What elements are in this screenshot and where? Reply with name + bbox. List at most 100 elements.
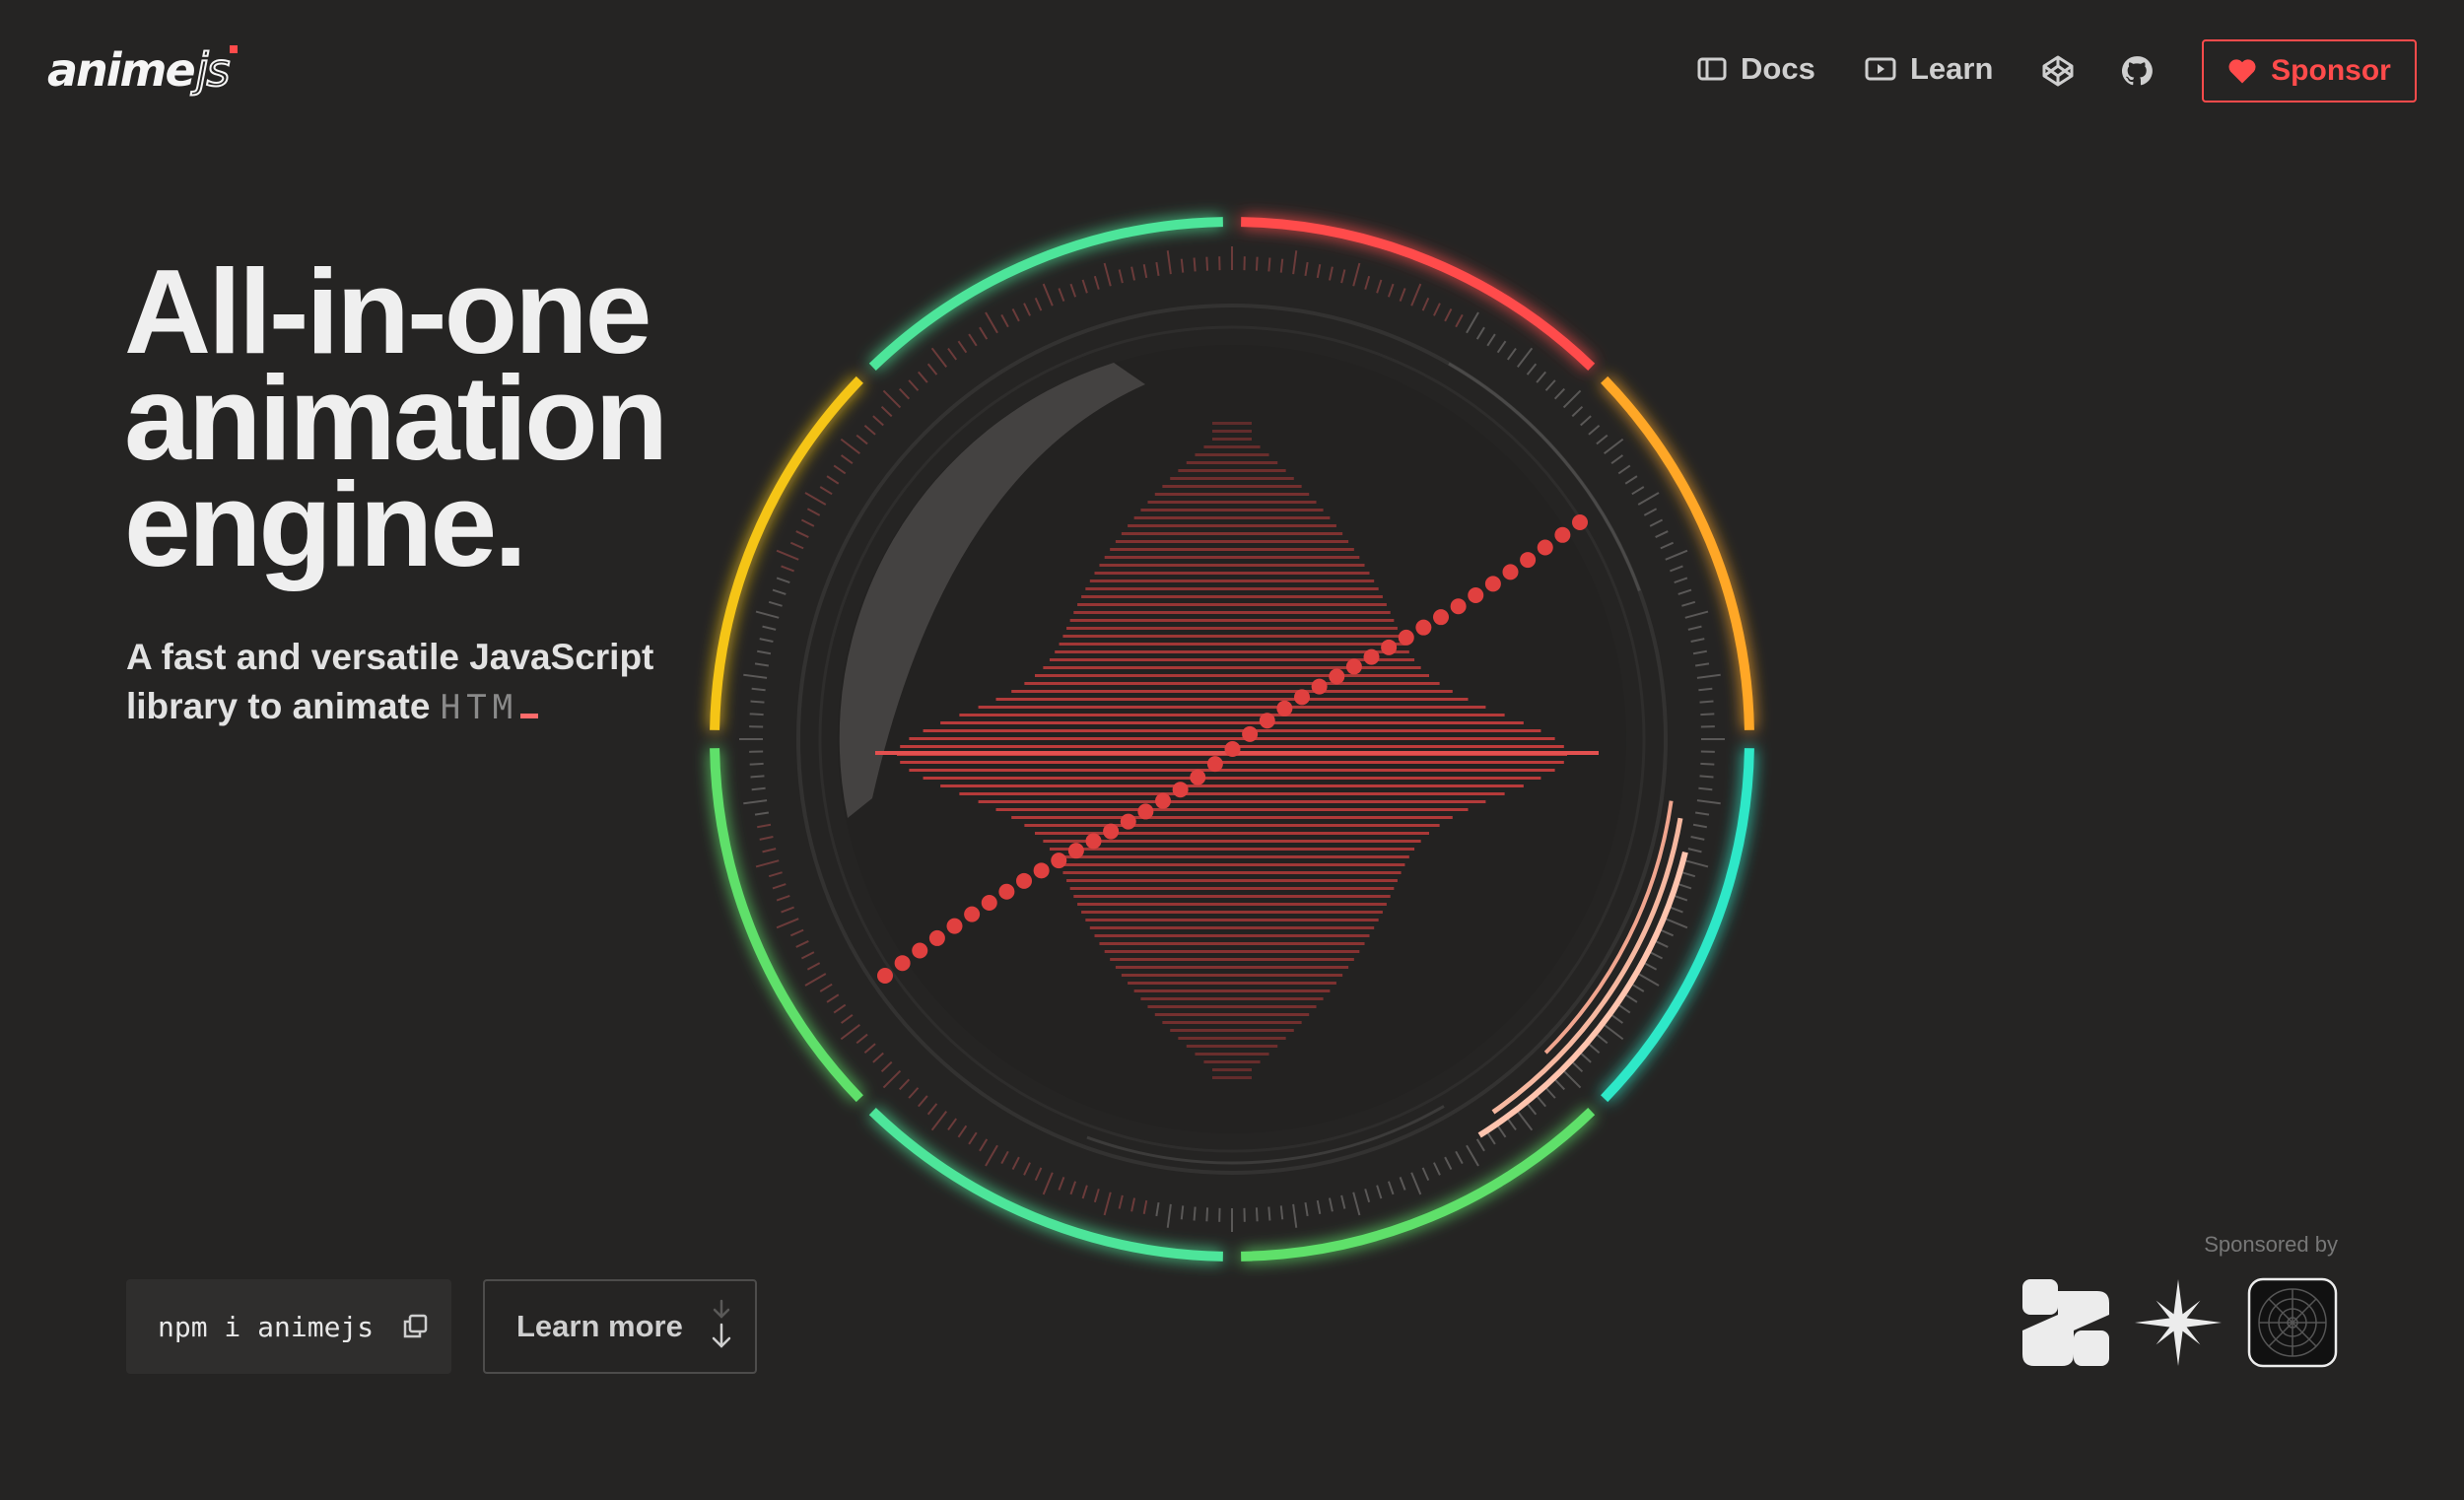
easing-dot xyxy=(1224,741,1241,757)
tick-mark xyxy=(1000,1150,1009,1165)
nav-learn-label: Learn xyxy=(1910,51,1994,86)
tick-mark xyxy=(840,1013,854,1024)
tick-mark xyxy=(800,951,815,960)
tick-mark xyxy=(1433,1162,1441,1176)
tick-mark xyxy=(789,928,804,937)
tick-mark xyxy=(1410,1172,1422,1195)
tick-mark xyxy=(898,387,911,400)
tick-mark xyxy=(1023,303,1031,316)
tick-mark xyxy=(968,1131,978,1145)
waveform-bar xyxy=(1085,919,1379,921)
waveform-bar xyxy=(1104,556,1360,559)
tick-mark xyxy=(1699,775,1714,779)
animejs-logo[interactable]: anime js xyxy=(47,43,239,94)
waveform-bar xyxy=(1077,603,1387,606)
sponsor-logo-2[interactable] xyxy=(2133,1277,2224,1368)
tick-mark xyxy=(1421,1167,1430,1182)
tick-mark xyxy=(1205,1207,1209,1222)
install-command-box[interactable]: npm i animejs xyxy=(126,1279,451,1374)
tick-mark xyxy=(957,340,968,354)
learn-more-button[interactable]: Learn more xyxy=(483,1279,757,1374)
tick-mark xyxy=(1553,1078,1566,1091)
easing-dot xyxy=(894,955,911,972)
tick-mark xyxy=(1433,303,1441,316)
waveform-bar xyxy=(1059,643,1405,646)
tick-mark xyxy=(1328,1197,1334,1212)
tick-mark xyxy=(1267,257,1271,272)
tick-mark xyxy=(768,871,783,878)
tick-mark xyxy=(918,371,928,383)
waveform-bar xyxy=(1099,942,1365,945)
tick-mark xyxy=(1410,283,1422,307)
sponsor-button[interactable]: Sponsor xyxy=(2202,39,2417,102)
tick-mark xyxy=(755,859,780,868)
tick-mark xyxy=(1506,1118,1517,1131)
tick-mark xyxy=(1130,266,1136,281)
easing-dot xyxy=(1345,658,1362,675)
tick-mark xyxy=(1166,250,1172,275)
tick-mark xyxy=(1069,1181,1077,1195)
nav-learn-link[interactable]: Learn xyxy=(1865,47,1993,91)
arrow-down-icon xyxy=(712,1299,731,1348)
hero-title-line-3: engine. xyxy=(124,457,527,591)
tick-mark xyxy=(759,638,774,644)
tick-mark xyxy=(762,625,777,631)
tick-mark xyxy=(757,649,772,655)
typing-text: HTM xyxy=(440,688,519,727)
sponsor-logos xyxy=(2020,1277,2338,1372)
tick-mark xyxy=(1475,1138,1485,1152)
tick-mark xyxy=(840,454,854,465)
tick-mark xyxy=(1455,1150,1464,1165)
tick-mark xyxy=(1103,262,1112,287)
animation-visual xyxy=(710,217,1754,1261)
codepen-icon[interactable] xyxy=(2038,51,2078,91)
tick-mark xyxy=(1364,1189,1371,1203)
sponsor-logo-1[interactable] xyxy=(2020,1277,2111,1368)
nav-docs-link[interactable]: Docs xyxy=(1697,47,1815,91)
tick-mark xyxy=(804,492,827,506)
tick-mark xyxy=(863,1043,876,1054)
waveform-bar xyxy=(1077,903,1387,906)
easing-dot xyxy=(1276,700,1293,716)
copy-icon[interactable] xyxy=(401,1313,429,1340)
tick-mark xyxy=(1699,700,1714,704)
tick-mark xyxy=(1304,1201,1309,1217)
waveform-bar xyxy=(940,784,1524,787)
tick-mark xyxy=(930,347,948,368)
waveform-bar xyxy=(1081,595,1383,598)
tick-mark xyxy=(762,848,777,853)
tick-mark xyxy=(1665,549,1688,561)
waveform-bar xyxy=(995,808,1469,811)
easing-dot xyxy=(1051,852,1067,869)
tick-mark xyxy=(1553,387,1566,400)
easing-dot xyxy=(1502,564,1519,580)
tick-mark xyxy=(795,940,809,948)
tick-mark xyxy=(1421,297,1430,311)
tick-mark xyxy=(979,1138,989,1152)
tick-mark xyxy=(776,918,799,929)
install-command: npm i animejs xyxy=(158,1310,375,1343)
tick-mark xyxy=(1466,311,1479,334)
tick-mark xyxy=(1166,1203,1172,1228)
tick-mark xyxy=(800,518,815,527)
tick-mark xyxy=(872,415,884,427)
tick-mark xyxy=(1081,279,1088,294)
tick-mark xyxy=(1376,1185,1383,1199)
tick-mark xyxy=(1292,1203,1298,1228)
easing-dot xyxy=(1206,756,1223,773)
github-icon[interactable] xyxy=(2117,51,2156,91)
waveform-bar xyxy=(1170,477,1294,480)
sponsor-logo-3[interactable] xyxy=(2247,1277,2338,1368)
tick-mark xyxy=(743,799,768,805)
learn-more-label: Learn more xyxy=(516,1309,683,1343)
tick-mark xyxy=(930,1111,948,1131)
tick-mark xyxy=(1205,256,1209,271)
tick-mark xyxy=(1580,1052,1592,1063)
tick-mark xyxy=(1364,275,1371,290)
tick-mark xyxy=(1034,1167,1043,1182)
tick-mark xyxy=(1690,835,1705,841)
waveform-bar xyxy=(1059,863,1405,866)
tick-mark xyxy=(1681,871,1696,878)
tick-mark xyxy=(1466,1144,1479,1167)
tick-mark xyxy=(1677,883,1692,890)
